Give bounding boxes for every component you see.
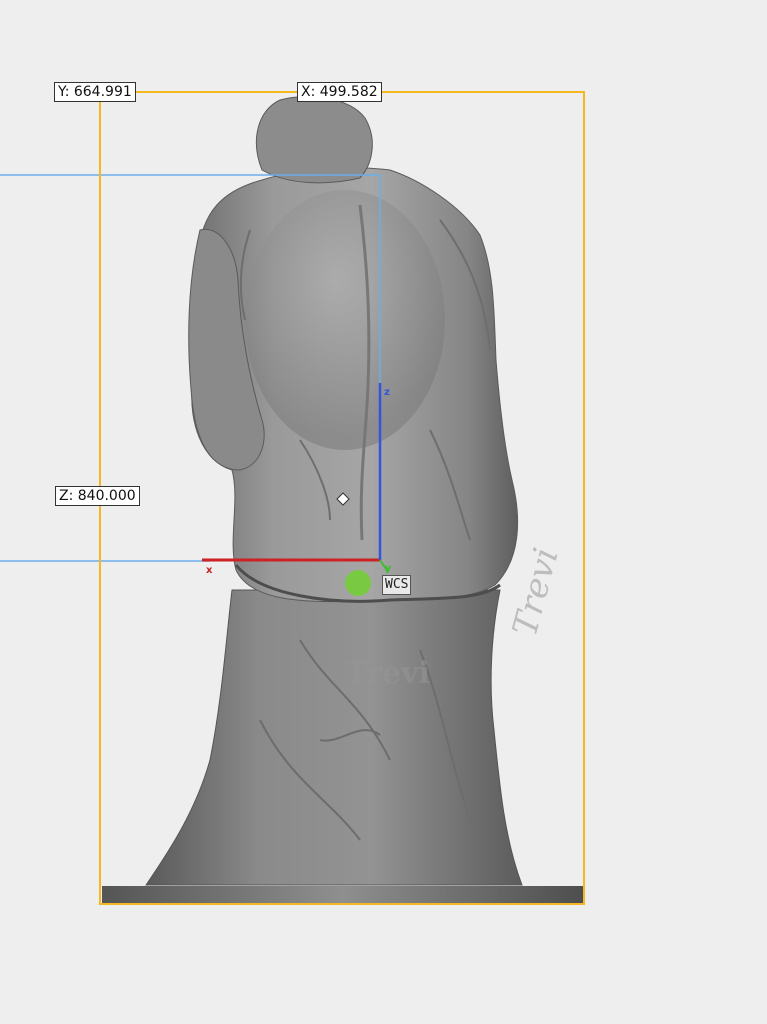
y-dimension-label: Y: 664.991 bbox=[54, 82, 136, 102]
watermark-main: Trevi bbox=[346, 656, 430, 691]
scene-canvas[interactable] bbox=[0, 0, 767, 1024]
rock-pedestal bbox=[145, 589, 523, 886]
back-highlight bbox=[245, 190, 445, 450]
z-dimension-label: Z: 840.000 bbox=[55, 486, 140, 506]
wcs-origin-icon bbox=[345, 570, 371, 596]
x-dimension-label: X: 499.582 bbox=[297, 82, 382, 102]
z-axis-label: z bbox=[384, 387, 390, 398]
y-axis-label: y bbox=[385, 563, 392, 574]
wcs-label: WCS bbox=[382, 575, 412, 595]
3d-viewport[interactable]: Trevi Trevi x z y WCS Y: 664.991 X: 499.… bbox=[0, 0, 767, 1024]
base-plate bbox=[102, 886, 583, 904]
head bbox=[255, 96, 373, 184]
x-axis-label: x bbox=[206, 565, 213, 576]
